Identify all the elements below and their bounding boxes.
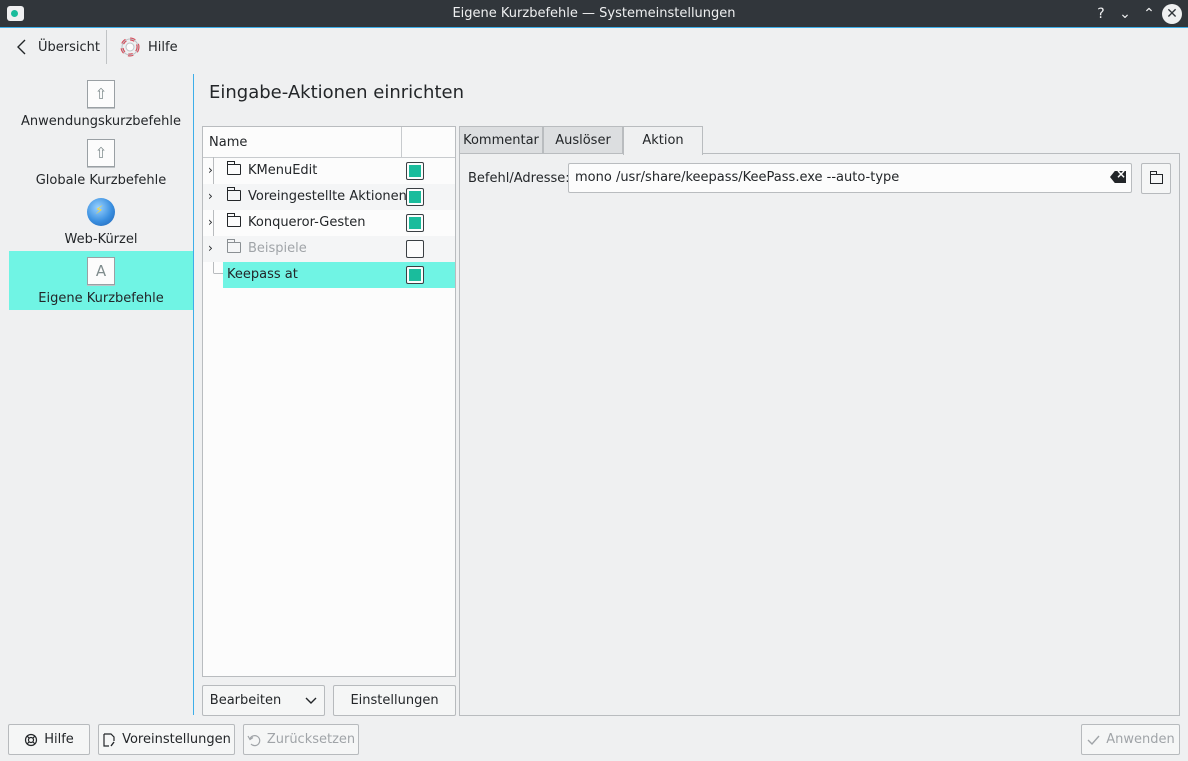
tree-row-label: Voreingestellte Aktionen — [248, 189, 407, 204]
keyboard-key-icon: ⇧ — [87, 80, 115, 108]
tree-row-label: Beispiele — [248, 241, 307, 256]
enabled-checkbox[interactable] — [406, 214, 424, 232]
chevron-right-icon[interactable]: › — [208, 189, 213, 203]
chevron-left-icon — [17, 39, 26, 55]
tab-comment[interactable]: Kommentar — [459, 126, 543, 154]
tree-row-kmenuedit[interactable]: › KMenuEdit — [203, 158, 455, 184]
sidebar-item-web-shortcuts[interactable]: Web-Kürzel — [9, 192, 193, 251]
minimize-button[interactable]: ⌄ — [1115, 4, 1135, 24]
defaults-button[interactable]: Voreinstellungen — [98, 724, 235, 755]
settings-button[interactable]: Einstellungen — [333, 685, 456, 716]
keyboard-key-icon: ⇧ — [87, 139, 115, 167]
tab-label: Aktion — [642, 133, 684, 148]
tree-row-preset-actions[interactable]: › Voreingestellte Aktionen — [203, 184, 455, 210]
help-label: Hilfe — [148, 39, 178, 55]
chevron-right-icon[interactable]: › — [208, 241, 213, 255]
tree-row-label: Konqueror-Gesten — [248, 215, 366, 230]
toolbar-divider — [106, 30, 107, 64]
sidebar-item-global-shortcuts[interactable]: ⇧ Globale Kurzbefehle — [9, 133, 193, 192]
maximize-button[interactable]: ⌃ — [1139, 4, 1159, 24]
checkmark-icon — [1087, 735, 1100, 745]
close-button[interactable]: ✕ — [1162, 4, 1182, 24]
tree-row-keepass[interactable]: Keepass at — [223, 262, 455, 288]
letter-key-icon: A — [87, 257, 115, 285]
category-sidebar: ⇧ Anwendungskurzbefehle ⇧ Globale Kurzbe… — [9, 74, 193, 714]
globe-icon — [87, 198, 115, 226]
sidebar-item-label: Eigene Kurzbefehle — [38, 291, 164, 306]
tab-trigger[interactable]: Auslöser — [543, 126, 623, 154]
help-icon[interactable]: ? — [1091, 4, 1111, 24]
chevron-down-icon — [305, 697, 317, 704]
back-button[interactable]: Übersicht — [14, 28, 100, 66]
chevron-right-icon[interactable]: › — [208, 163, 213, 177]
tree-row-label: KMenuEdit — [248, 163, 318, 178]
page-title: Eingabe-Aktionen einrichten — [209, 82, 464, 103]
command-input[interactable]: mono /usr/share/keepass/KeePass.exe --au… — [568, 163, 1132, 193]
edit-button-label: Bearbeiten — [209, 693, 282, 708]
undo-icon — [247, 734, 261, 746]
sidebar-item-application-shortcuts[interactable]: ⇧ Anwendungskurzbefehle — [9, 74, 193, 133]
tree-header: Name — [203, 127, 455, 158]
enabled-checkbox[interactable] — [406, 188, 424, 206]
sidebar-divider — [193, 74, 194, 715]
enabled-checkbox[interactable] — [406, 266, 424, 284]
window-title: Eigene Kurzbefehle — Systemeinstellungen — [452, 6, 736, 21]
tree-row-konqueror-gestures[interactable]: › Konqueror-Gesten — [203, 210, 455, 236]
folder-icon — [227, 161, 241, 175]
browse-button[interactable] — [1141, 163, 1171, 194]
tab-label: Kommentar — [463, 133, 539, 148]
settings-button-label: Einstellungen — [350, 693, 439, 708]
tab-action[interactable]: Aktion — [623, 126, 703, 155]
defaults-label: Voreinstellungen — [122, 732, 231, 747]
tab-label: Auslöser — [555, 133, 611, 148]
chevron-right-icon[interactable]: › — [208, 215, 213, 229]
enabled-checkbox[interactable] — [406, 162, 424, 180]
enabled-checkbox[interactable] — [406, 240, 424, 258]
window-titlebar: Eigene Kurzbefehle — Systemeinstellungen… — [0, 0, 1188, 28]
reset-label: Zurücksetzen — [266, 732, 356, 747]
reset-button[interactable]: Zurücksetzen — [243, 724, 359, 755]
back-label: Übersicht — [38, 39, 100, 55]
lifebuoy-icon — [120, 37, 140, 57]
folder-icon — [227, 187, 241, 201]
folder-icon — [1150, 171, 1163, 184]
sidebar-item-label: Anwendungskurzbefehle — [21, 114, 181, 129]
lifebuoy-icon — [25, 733, 38, 746]
help-button[interactable]: Hilfe — [120, 28, 178, 66]
column-divider — [401, 127, 402, 157]
apply-label: Anwenden — [1106, 732, 1175, 747]
sidebar-item-custom-shortcuts[interactable]: A Eigene Kurzbefehle — [9, 251, 193, 310]
sidebar-item-label: Globale Kurzbefehle — [35, 173, 167, 188]
tree-row-label: Keepass at — [227, 267, 298, 282]
actions-tree[interactable]: Name › KMenuEdit › Voreingestellte Aktio… — [202, 126, 456, 677]
command-label: Befehl/Adresse: — [468, 171, 570, 186]
folder-icon — [227, 213, 241, 227]
folder-icon — [227, 239, 241, 253]
apply-button[interactable]: Anwenden — [1081, 724, 1180, 755]
toolbar: Übersicht Hilfe — [0, 28, 1188, 66]
tree-row-examples[interactable]: › Beispiele — [203, 236, 455, 262]
action-tab-panel: Befehl/Adresse: mono /usr/share/keepass/… — [459, 153, 1180, 716]
document-defaults-icon — [103, 732, 115, 747]
footer-help-button[interactable]: Hilfe — [8, 724, 90, 755]
edit-dropdown-button[interactable]: Bearbeiten — [202, 685, 325, 716]
sidebar-item-label: Web-Kürzel — [64, 232, 138, 247]
column-header-name[interactable]: Name — [209, 135, 247, 150]
footer-help-label: Hilfe — [44, 732, 74, 747]
